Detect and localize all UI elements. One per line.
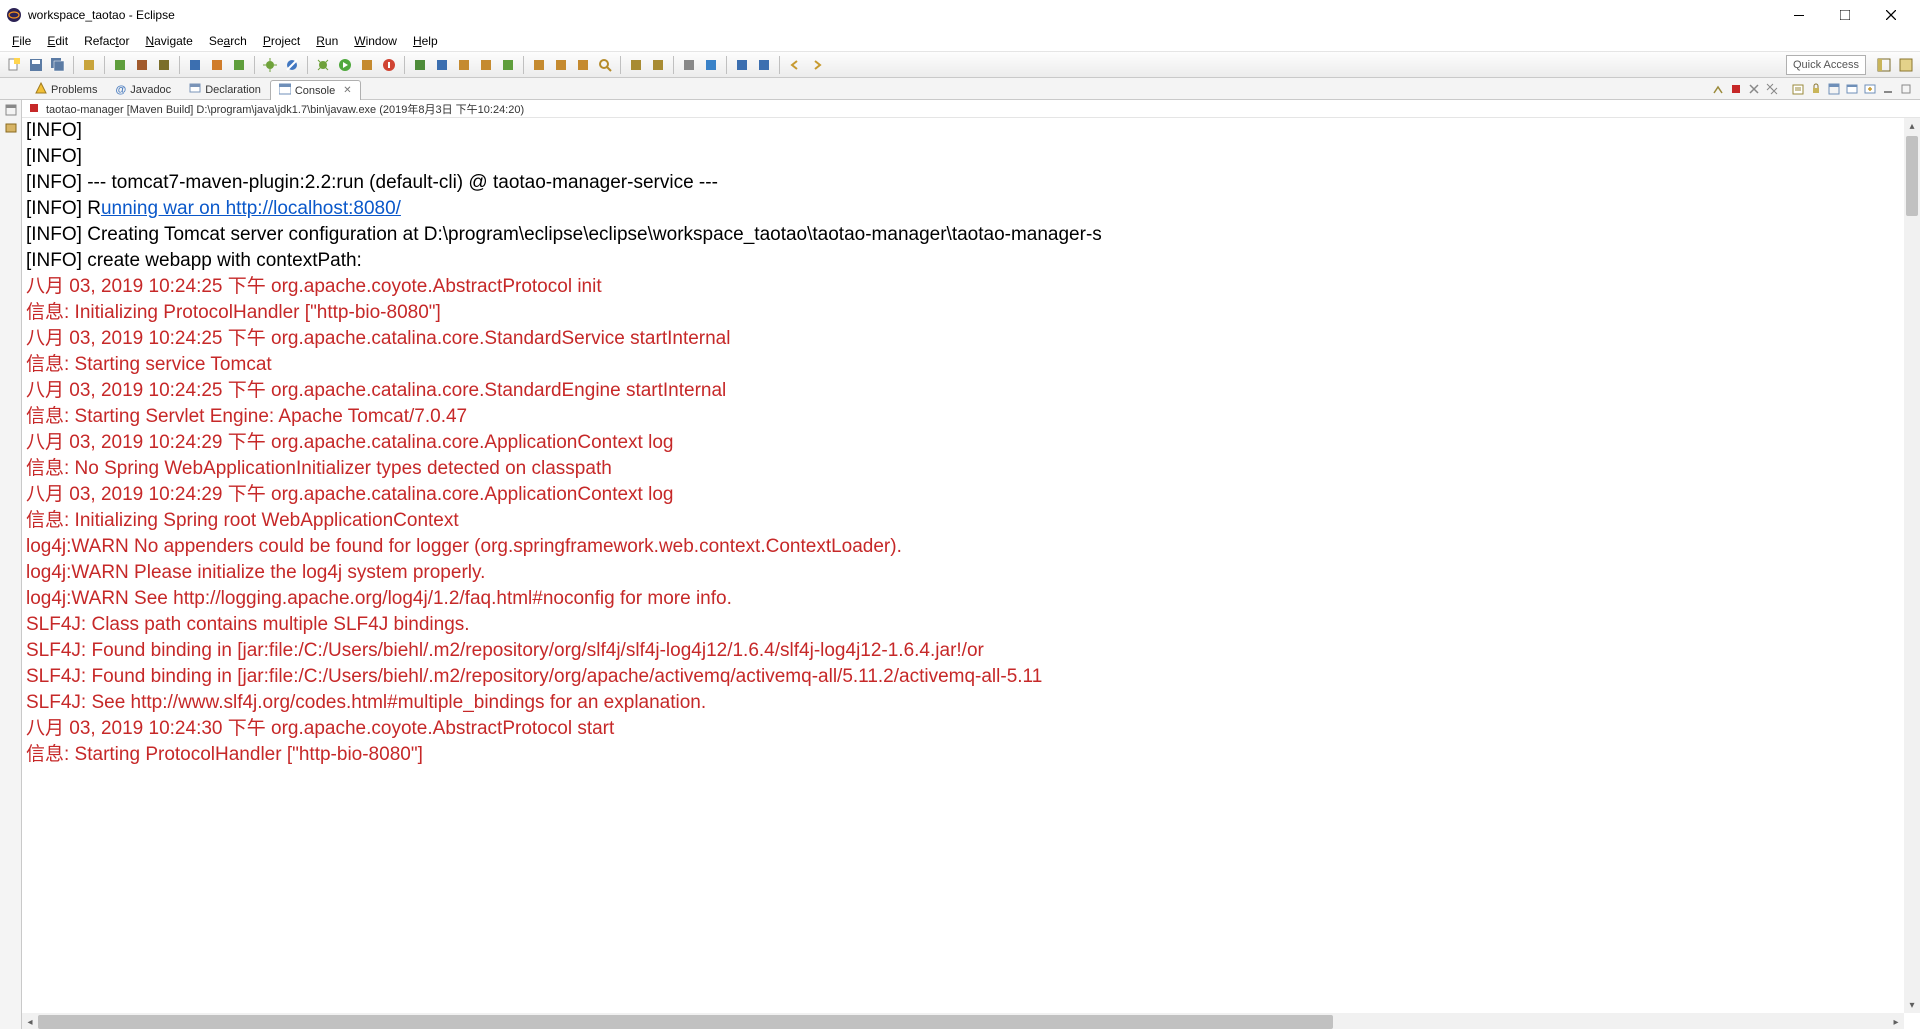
menubar: File Edit Refactor Navigate Search Proje…	[0, 30, 1920, 52]
declaration-icon	[189, 82, 201, 97]
run-button[interactable]	[335, 55, 355, 75]
menu-refactor[interactable]: Refactor	[76, 32, 137, 50]
forward-button[interactable]	[807, 55, 827, 75]
tab-label: Javadoc	[130, 84, 171, 96]
titlebar: workspace_taotao - Eclipse	[0, 0, 1920, 30]
toolbar-btn[interactable]	[626, 55, 646, 75]
menu-window[interactable]: Window	[346, 32, 405, 50]
toolbar-btn[interactable]	[207, 55, 227, 75]
tab-label: Console	[295, 85, 335, 97]
toolbar-btn[interactable]	[529, 55, 549, 75]
close-button[interactable]	[1868, 0, 1914, 30]
debug-button[interactable]	[260, 55, 280, 75]
debug-run-button[interactable]	[313, 55, 333, 75]
pin-console-button[interactable]	[1826, 81, 1842, 97]
horizontal-scrollbar[interactable]: ◂ ▸	[22, 1013, 1904, 1029]
console-action-icon[interactable]	[1710, 81, 1726, 97]
tab-console[interactable]: Console ✕	[270, 80, 361, 100]
console-icon	[279, 83, 291, 98]
java-perspective-button[interactable]	[1896, 55, 1916, 75]
toolbar-btn[interactable]	[185, 55, 205, 75]
toolbar-btn[interactable]	[410, 55, 430, 75]
menu-edit[interactable]: Edit	[39, 32, 76, 50]
toolbar-btn[interactable]	[498, 55, 518, 75]
toolbar-btn[interactable]	[701, 55, 721, 75]
close-icon[interactable]: ✕	[343, 85, 351, 96]
scroll-right-icon[interactable]: ▸	[1888, 1013, 1904, 1029]
toolbar-btn[interactable]	[110, 55, 130, 75]
menu-file[interactable]: File	[4, 32, 39, 50]
toolbar-btn[interactable]	[79, 55, 99, 75]
terminate-button[interactable]	[1728, 81, 1744, 97]
menu-project[interactable]: Project	[255, 32, 308, 50]
back-button[interactable]	[785, 55, 805, 75]
tab-label: Declaration	[205, 84, 261, 96]
console-description-text: taotao-manager [Maven Build] D:\program\…	[46, 101, 524, 117]
skip-breakpoints-button[interactable]	[282, 55, 302, 75]
menu-run[interactable]: Run	[308, 32, 346, 50]
toolbar: Quick Access	[0, 52, 1920, 78]
remove-launch-button[interactable]	[1746, 81, 1762, 97]
quick-access-input[interactable]: Quick Access	[1786, 55, 1866, 75]
left-trim-stack	[0, 100, 22, 1029]
menu-search[interactable]: Search	[201, 32, 255, 50]
eclipse-icon	[6, 7, 22, 23]
restore-view-icon[interactable]	[3, 102, 19, 118]
toolbar-btn[interactable]	[454, 55, 474, 75]
tab-label: Problems	[51, 84, 97, 96]
window-title: workspace_taotao - Eclipse	[28, 8, 175, 22]
console-link[interactable]: unning war on http://localhost:8080/	[101, 198, 401, 219]
run-last-button[interactable]	[357, 55, 377, 75]
menu-help[interactable]: Help	[405, 32, 446, 50]
save-all-button[interactable]	[48, 55, 68, 75]
toolbar-btn[interactable]	[573, 55, 593, 75]
toolbar-btn[interactable]	[229, 55, 249, 75]
open-console-button[interactable]	[1862, 81, 1878, 97]
toolbar-btn[interactable]	[551, 55, 571, 75]
toolbar-btn[interactable]	[432, 55, 452, 75]
toolbar-btn[interactable]	[476, 55, 496, 75]
at-icon: @	[115, 84, 126, 96]
external-tools-button[interactable]	[379, 55, 399, 75]
package-explorer-icon[interactable]	[3, 120, 19, 136]
open-perspective-button[interactable]	[1874, 55, 1894, 75]
clear-console-button[interactable]	[1790, 81, 1806, 97]
new-button[interactable]	[4, 55, 24, 75]
search-button[interactable]	[595, 55, 615, 75]
vertical-scrollbar[interactable]: ▴ ▾	[1904, 118, 1920, 1013]
warning-icon	[35, 82, 47, 97]
tab-javadoc[interactable]: @ Javadoc	[106, 79, 180, 99]
minimize-view-button[interactable]	[1880, 81, 1896, 97]
menu-navigate[interactable]: Navigate	[137, 32, 200, 50]
minimize-button[interactable]	[1776, 0, 1822, 30]
console-description: taotao-manager [Maven Build] D:\program\…	[22, 100, 1920, 118]
terminate-icon	[28, 102, 42, 116]
maximize-view-button[interactable]	[1898, 81, 1914, 97]
toolbar-btn[interactable]	[648, 55, 668, 75]
scroll-lock-button[interactable]	[1808, 81, 1824, 97]
toolbar-btn[interactable]	[679, 55, 699, 75]
toolbar-btn[interactable]	[132, 55, 152, 75]
scroll-thumb[interactable]	[38, 1015, 1333, 1029]
maximize-button[interactable]	[1822, 0, 1868, 30]
scroll-up-icon[interactable]: ▴	[1904, 118, 1920, 134]
console-output[interactable]: [INFO] [INFO] [INFO] --- tomcat7-maven-p…	[22, 118, 1904, 1013]
toolbar-btn[interactable]	[754, 55, 774, 75]
remove-all-launches-button[interactable]	[1764, 81, 1780, 97]
display-selected-console-button[interactable]	[1844, 81, 1860, 97]
tab-problems[interactable]: Problems	[26, 79, 106, 99]
scroll-down-icon[interactable]: ▾	[1904, 997, 1920, 1013]
save-button[interactable]	[26, 55, 46, 75]
scroll-thumb[interactable]	[1906, 136, 1918, 216]
toolbar-btn[interactable]	[154, 55, 174, 75]
scroll-left-icon[interactable]: ◂	[22, 1013, 38, 1029]
view-tabs: Problems @ Javadoc Declaration Console ✕	[0, 78, 1920, 100]
toolbar-btn[interactable]	[732, 55, 752, 75]
tab-declaration[interactable]: Declaration	[180, 79, 270, 99]
